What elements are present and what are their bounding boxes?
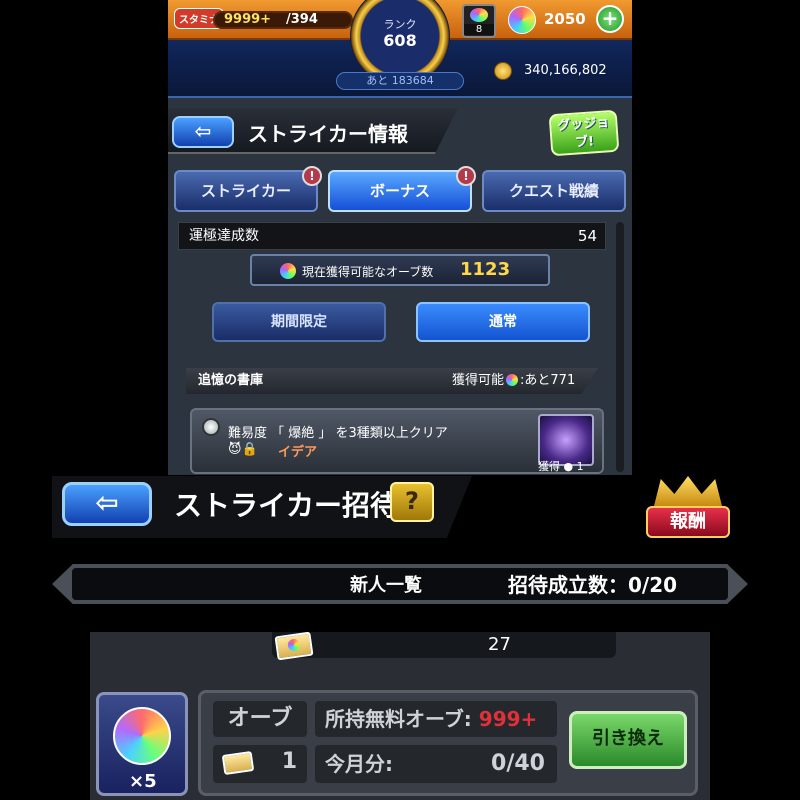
invite-count: 招待成立数：0/20 [508, 573, 678, 597]
section-header: 追憶の書庫 獲得可能 :あと771 [186, 368, 598, 394]
orb-multiplier: ×5 [129, 771, 157, 792]
help-button[interactable]: ? [390, 482, 434, 522]
orb-box-count: 8 [464, 24, 494, 35]
orb-icon [470, 8, 488, 22]
exchange-info: オーブ 所持無料オーブ: 999+ 1 今月分: 0/40 引き換え [198, 690, 698, 796]
section-title: 追憶の書庫 [198, 373, 264, 388]
crown-icon [654, 476, 722, 506]
free-orb-label: 所持無料オーブ: [325, 707, 472, 731]
orb-count: 2050 [544, 10, 586, 28]
reward-label: 報酬 [646, 506, 730, 538]
status-dot-icon [202, 418, 220, 436]
orb-label: オーブ [213, 701, 307, 737]
free-orb-value: 999+ [478, 707, 538, 731]
page-title: ストライカー情報 [248, 122, 408, 146]
orb-icon [113, 707, 171, 765]
page-title: ストライカー招待 [174, 489, 399, 522]
striker-info-screen: スタミナ 9999+ /394 ランク 608 あと 183684 8 2050… [168, 0, 632, 475]
tab-bonus[interactable]: ボーナス ! [328, 166, 476, 212]
ticket-icon [274, 631, 314, 661]
ticket-row [272, 632, 616, 658]
alert-icon: ! [456, 166, 476, 186]
quest-reward: 獲得 ● 1 [538, 460, 584, 473]
bonus-quest-card[interactable]: 難易度 「 爆絶 」 を3種類以上クリア 😈🔒 イデア 獲得 ● 1 [190, 408, 604, 474]
scrollbar[interactable] [616, 222, 624, 472]
unkiwami-count-value: 54 [577, 227, 597, 245]
gujob-button[interactable]: グッジョブ! [548, 109, 620, 157]
orb-icon [506, 374, 519, 386]
back-button[interactable]: ⇦ [172, 116, 234, 148]
orb-icon [287, 638, 301, 652]
reward-button[interactable]: 報酬 [646, 476, 730, 540]
orb-icon [280, 263, 296, 279]
reward-value: 1 [576, 460, 584, 473]
buy-orb-button[interactable]: + [596, 5, 624, 33]
tab-label: クエスト戦績 [508, 182, 599, 200]
orb-icon [508, 6, 536, 34]
gold-amount: 340,166,802 [524, 63, 607, 78]
gold-coin-icon [494, 62, 512, 80]
free-orb-cell: 所持無料オーブ: 999+ [315, 701, 557, 737]
tab-bar: ストライカー ! ボーナス ! クエスト戦績 [174, 166, 628, 216]
available-orbs-value: 1123 [460, 259, 511, 280]
available-orbs-label: 現在獲得可能なオーブ数 [302, 265, 434, 279]
tab-label: ストライカー [200, 182, 291, 200]
unkiwami-count-row: 運極達成数 54 [178, 222, 606, 250]
ticket-value: 1 [281, 749, 297, 774]
available-orbs-plate: 現在獲得可能なオーブ数 1123 [250, 254, 550, 286]
rank-label: ランク [383, 18, 417, 31]
tab-normal[interactable]: 通常 [416, 302, 590, 342]
quest-subtitle: イデア [278, 445, 318, 460]
rank-next-exp: あと 183684 [336, 72, 464, 90]
newcomer-list-label: 新人一覧 [350, 575, 422, 596]
stamina-value: 9999+ [224, 12, 272, 27]
available-prefix: 獲得可能 [452, 373, 505, 388]
exchange-button[interactable]: 引き換え [569, 711, 687, 769]
monthly-cell: 今月分: 0/40 [315, 745, 557, 783]
alert-icon: ! [302, 166, 322, 186]
tab-label: ボーナス [369, 182, 430, 200]
orb-exchange-panel: 27 ×5 オーブ 所持無料オーブ: 999+ 1 今月分: 0/40 引き換え [90, 631, 710, 800]
page-header: ⇦ ストライカー情報 グッジョブ! [168, 104, 632, 158]
tab-quest-record[interactable]: クエスト戦績 [482, 170, 626, 212]
section-available: 獲得可能 :あと771 [452, 368, 575, 394]
quest-condition: 難易度 「 爆絶 」 を3種類以上クリア [228, 426, 448, 441]
ticket-icon [221, 751, 255, 775]
reward-label: 獲得 [538, 460, 560, 473]
rank-value: 608 [383, 31, 417, 50]
orb-item-box[interactable]: 8 [462, 4, 496, 38]
back-button[interactable]: ⇦ [62, 482, 152, 526]
available-remaining: :あと771 [520, 373, 576, 388]
tab-limited[interactable]: 期間限定 [212, 302, 386, 342]
stamina-max: /394 [286, 12, 318, 27]
monthly-label: 今月分: [325, 752, 393, 776]
orb-reward-item: ×5 [96, 692, 188, 796]
ticket-cell: 1 [213, 745, 307, 783]
unkiwami-count-label: 運極達成数 [189, 228, 259, 244]
status-hud: スタミナ 9999+ /394 ランク 608 あと 183684 8 2050… [168, 0, 632, 98]
ticket-count: 27 [488, 634, 511, 655]
element-icons: 😈🔒 [228, 442, 258, 457]
tab-striker[interactable]: ストライカー ! [174, 166, 322, 212]
monthly-value: 0/40 [491, 751, 545, 776]
